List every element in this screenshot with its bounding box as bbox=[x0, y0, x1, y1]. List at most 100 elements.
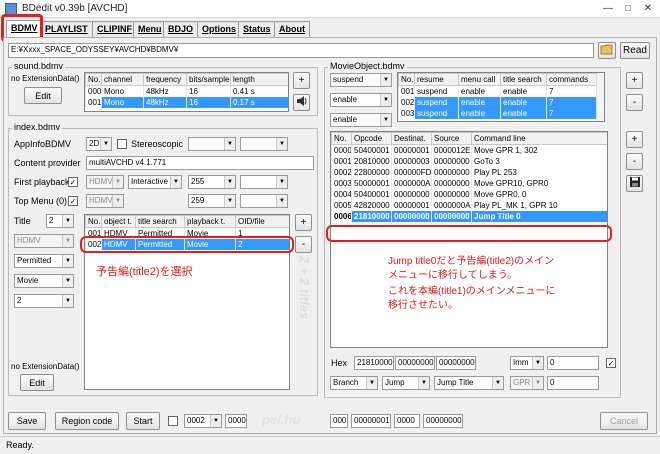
add-icon[interactable]: + bbox=[293, 72, 310, 89]
jump-combo[interactable]: Jump ▼ bbox=[382, 376, 430, 390]
column-header[interactable]: frequency bbox=[143, 73, 187, 86]
resume-combo[interactable]: suspend ▼ bbox=[330, 73, 392, 87]
title-search-combo[interactable]: enable ▼ bbox=[330, 113, 392, 127]
column-header[interactable]: Destinat. bbox=[391, 132, 432, 145]
playback-type-combo[interactable]: Movie ▼ bbox=[14, 274, 74, 288]
tab-status[interactable]: Status bbox=[238, 21, 276, 37]
column-header[interactable]: OID/file bbox=[235, 215, 289, 228]
tab-about[interactable]: About bbox=[274, 21, 310, 37]
table-row[interactable]: 002 suspend enable enable 7 bbox=[398, 96, 597, 108]
imm-combo[interactable]: Imm ▼ bbox=[510, 356, 544, 370]
content-provider-field[interactable]: multiAVCHD v4.1.771 bbox=[86, 156, 314, 170]
region-code-button[interactable]: Region code bbox=[55, 412, 119, 430]
hex-opcode-field[interactable]: 21810000 bbox=[354, 356, 394, 370]
remove-object-icon[interactable]: - bbox=[626, 94, 643, 111]
folder-icon[interactable] bbox=[598, 42, 616, 59]
sound-edit-button[interactable]: Edit bbox=[24, 87, 62, 104]
menu-call-combo[interactable]: enable ▼ bbox=[330, 93, 392, 107]
column-header[interactable]: object t. bbox=[101, 215, 136, 228]
start-value-field[interactable]: 0000 bbox=[225, 414, 247, 428]
start-checkbox[interactable] bbox=[168, 416, 178, 426]
hex-destination-field[interactable]: 00000000 bbox=[395, 356, 435, 370]
command-row[interactable]: 0003 50000001 0000000A 00000000 Move GPR… bbox=[331, 177, 607, 189]
column-header[interactable]: No. bbox=[331, 132, 352, 145]
oid-combo[interactable]: 2 ▼ bbox=[14, 294, 74, 308]
save-disk-icon[interactable] bbox=[626, 175, 643, 192]
path-field[interactable]: E:¥Xxxx_SPACE_ODYSSEY¥AVCHD¥BDMV¥ bbox=[8, 43, 594, 58]
column-header[interactable]: channel bbox=[101, 73, 144, 86]
column-header[interactable]: title search bbox=[500, 73, 547, 86]
table-row[interactable]: 003 suspend enable enable 7 bbox=[398, 107, 597, 119]
title-search-combo[interactable]: Permitted ▼ bbox=[14, 254, 74, 268]
command-row[interactable]: 0001 20810000 00000003 00000000 GoTo 3 bbox=[331, 155, 607, 167]
column-header[interactable]: menu call bbox=[458, 73, 501, 86]
column-header[interactable]: Opcode bbox=[351, 132, 392, 145]
command-row[interactable]: 0006 21810000 00000000 00000000 Jump Tit… bbox=[331, 210, 607, 222]
title-combo[interactable]: 2 ▼ bbox=[46, 214, 74, 228]
jump-title-combo[interactable]: Jump Title ▼ bbox=[434, 376, 504, 390]
tab-clipinf[interactable]: CLIPINF bbox=[92, 21, 137, 37]
branch-combo[interactable]: Branch ▼ bbox=[330, 376, 378, 390]
column-header[interactable]: Command line bbox=[471, 132, 607, 145]
command-row[interactable]: 0000 50400001 00000001 0000012E Move GPR… bbox=[331, 144, 607, 156]
table-row[interactable]: 001 Mono 48kHz 16 0.17 s bbox=[85, 96, 288, 108]
stereo-combo-2[interactable]: ▼ bbox=[240, 137, 288, 151]
command-row[interactable]: 0005 42820000 00000001 0000000A Play PL_… bbox=[331, 199, 607, 211]
speaker-icon[interactable] bbox=[293, 94, 310, 111]
imm-value-field[interactable]: 0 bbox=[547, 356, 599, 370]
first-playback-id-combo[interactable]: 255 ▼ bbox=[188, 175, 236, 189]
column-header[interactable]: resume bbox=[414, 73, 459, 86]
appinfo-combo[interactable]: 2D ▼ bbox=[86, 137, 112, 151]
column-header[interactable]: bits/sample bbox=[186, 73, 231, 86]
first-playback-extra-combo[interactable]: ▼ bbox=[240, 175, 288, 189]
column-header[interactable]: title search bbox=[135, 215, 185, 228]
bottom-field-1[interactable]: 000 bbox=[330, 414, 348, 428]
imm-checkbox[interactable]: ✓ bbox=[606, 358, 616, 368]
gpr-value-field[interactable]: 0 bbox=[547, 376, 599, 390]
close-icon[interactable]: ✕ bbox=[638, 2, 658, 15]
add-object-icon[interactable]: + bbox=[626, 72, 643, 89]
column-header[interactable]: playback t. bbox=[184, 215, 236, 228]
bottom-field-4[interactable]: 00000000 bbox=[423, 414, 463, 428]
save-button[interactable]: Save bbox=[8, 412, 46, 430]
tab-playlist[interactable]: PLAYLIST bbox=[40, 21, 93, 37]
tab-bdjo[interactable]: BDJO bbox=[163, 21, 199, 37]
first-playback-checkbox[interactable]: ✓ bbox=[68, 177, 78, 187]
maximize-icon[interactable]: □ bbox=[618, 2, 638, 15]
stereo-combo-1[interactable]: ▼ bbox=[188, 137, 236, 151]
top-menu-extra-combo[interactable]: ▼ bbox=[240, 194, 288, 208]
first-playback-mode-combo[interactable]: Interactive ▼ bbox=[128, 175, 182, 189]
read-button[interactable]: Read bbox=[620, 42, 650, 59]
column-header[interactable]: length bbox=[230, 73, 288, 86]
top-menu-checkbox[interactable]: ✓ bbox=[68, 196, 78, 206]
bottom-field-3[interactable]: 0000 bbox=[394, 414, 420, 428]
column-header[interactable]: Source bbox=[431, 132, 472, 145]
tab-menu[interactable]: Menu bbox=[133, 21, 167, 37]
start-button[interactable]: Start bbox=[126, 412, 160, 430]
hex-source-field[interactable]: 00000000 bbox=[436, 356, 476, 370]
cancel-button[interactable]: Cancel bbox=[600, 412, 648, 430]
column-header[interactable]: No. bbox=[398, 73, 415, 86]
command-row[interactable]: 0002 22800000 000000FD 00000000 Play PL … bbox=[331, 166, 607, 178]
gpr-combo[interactable]: GPR ▼ bbox=[510, 376, 544, 390]
start-title-combo[interactable]: 0002 ▼ bbox=[184, 414, 222, 428]
top-menu-type-combo[interactable]: HDMV ▼ bbox=[86, 194, 124, 208]
command-row[interactable]: 0004 50400001 00000000 00000000 Move GPR… bbox=[331, 188, 607, 200]
movieobject-scrollbar[interactable] bbox=[596, 73, 604, 121]
object-type-combo[interactable]: HDMV ▼ bbox=[14, 234, 74, 248]
tab-options[interactable]: Options bbox=[197, 21, 241, 37]
add-command-icon[interactable]: + bbox=[626, 131, 643, 148]
bottom-field-2[interactable]: 00000001 bbox=[351, 414, 391, 428]
remove-title-icon[interactable]: - bbox=[295, 236, 312, 253]
column-header[interactable]: commands bbox=[546, 73, 597, 86]
remove-command-icon[interactable]: - bbox=[626, 153, 643, 170]
index-edit-button[interactable]: Edit bbox=[20, 374, 54, 391]
column-header[interactable]: No. bbox=[85, 73, 102, 86]
first-playback-type-combo[interactable]: HDMV ▼ bbox=[86, 175, 124, 189]
add-title-icon[interactable]: + bbox=[295, 214, 312, 231]
column-header[interactable]: No. bbox=[85, 215, 102, 228]
minimize-icon[interactable]: — bbox=[598, 2, 618, 15]
stereoscopic-checkbox[interactable] bbox=[117, 139, 127, 149]
table-row[interactable]: 001 suspend enable enable 7 bbox=[398, 85, 597, 97]
top-menu-id-combo[interactable]: 259 ▼ bbox=[188, 194, 236, 208]
